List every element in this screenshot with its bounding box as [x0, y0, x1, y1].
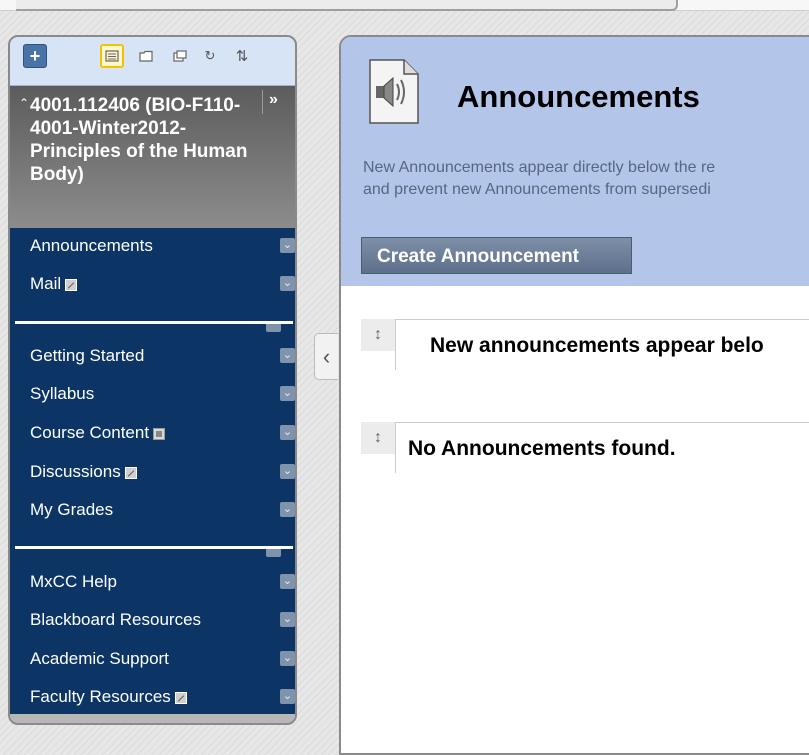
top-scroll-bar: [16, 0, 678, 11]
collapse-course-icon[interactable]: ⌃: [19, 96, 29, 110]
menu-item-label: Discussions: [30, 462, 121, 481]
collapse-menu-handle[interactable]: ‹: [314, 333, 338, 380]
menu-item-my-grades[interactable]: My Grades ⌄: [30, 496, 295, 524]
course-title[interactable]: 4001.112406 (BIO-F110-4001-Winter2012-Pr…: [30, 94, 255, 186]
chevron-down-icon[interactable]: ⌄: [280, 651, 295, 666]
chevron-down-icon[interactable]: ⌄: [280, 689, 295, 704]
menu-item-label: Mail: [30, 274, 62, 293]
course-menu-list: Announcements ⌄ Mail ⌄ Getting Started ⌄…: [10, 228, 295, 714]
announcement-speaker-icon: [366, 58, 422, 125]
chevron-down-icon[interactable]: ⌄: [280, 238, 295, 253]
menu-item-label: Syllabus: [30, 384, 95, 403]
menu-item-mxcc-help[interactable]: MxCC Help ⌄: [30, 568, 295, 596]
tool-link-icon: [65, 278, 78, 291]
page-title: Announcements: [457, 79, 700, 114]
description-line: and prevent new Announcements from super…: [363, 181, 711, 198]
menu-item-academic-support[interactable]: Academic Support ⌄: [30, 645, 295, 673]
menu-item-label: Blackboard Resources: [30, 610, 202, 629]
refresh-icon[interactable]: ↻: [198, 44, 222, 68]
expand-menu-icon[interactable]: »: [269, 91, 278, 109]
drag-handle-icon[interactable]: ↕: [361, 319, 395, 351]
header-separator: [262, 90, 263, 114]
tool-link-icon: [174, 691, 187, 704]
announcement-text: No Announcements found.: [408, 437, 676, 460]
course-header: ⌃ 4001.112406 (BIO-F110-4001-Winter2012-…: [10, 86, 295, 228]
menu-divider: [15, 321, 293, 324]
menu-item-blackboard-resources[interactable]: Blackboard Resources ⌄: [30, 606, 295, 634]
list-view-icon[interactable]: [100, 44, 124, 68]
page-description: New Announcements appear directly below …: [363, 157, 809, 201]
chevron-down-icon[interactable]: ⌄: [280, 574, 295, 589]
reorder-icon[interactable]: ⇅: [230, 44, 254, 68]
announcements-list: ↕ New announcements appear belo ↕ No Ann…: [341, 286, 809, 753]
chevron-down-icon[interactable]: ⌄: [280, 464, 295, 479]
announcement-row: ↕ New announcements appear belo: [361, 319, 809, 370]
drag-handle-icon[interactable]: ↕: [361, 422, 395, 454]
menu-item-label: Course Content: [30, 423, 150, 442]
menu-item-label: Announcements: [30, 236, 153, 255]
announcement-text: New announcements appear belo: [430, 334, 764, 357]
menu-item-getting-started[interactable]: Getting Started ⌄: [30, 342, 295, 370]
menu-panel-footer: [10, 714, 295, 723]
menu-item-discussions[interactable]: Discussions ⌄: [30, 458, 295, 486]
chevron-down-icon[interactable]: ⌄: [280, 386, 295, 401]
announcement-box: No Announcements found.: [395, 422, 809, 473]
chevron-down-icon[interactable]: ⌄: [280, 425, 295, 440]
menu-item-label: Faculty Resources: [30, 687, 171, 706]
folder-view-icon[interactable]: [134, 44, 158, 68]
menu-item-label: My Grades: [30, 500, 114, 519]
divider-chevron-icon[interactable]: [266, 324, 281, 332]
new-window-icon[interactable]: [168, 44, 192, 68]
chevron-down-icon[interactable]: ⌄: [280, 276, 295, 291]
content-area-icon: [153, 427, 166, 440]
add-icon[interactable]: +: [23, 44, 47, 68]
chevron-down-icon[interactable]: ⌄: [280, 348, 295, 363]
chevron-down-icon[interactable]: ⌄: [280, 502, 295, 517]
menu-item-label: Getting Started: [30, 346, 145, 365]
menu-item-course-content[interactable]: Course Content ⌄: [30, 419, 295, 447]
menu-divider: [15, 546, 293, 549]
menu-item-mail[interactable]: Mail ⌄: [30, 270, 295, 298]
divider-chevron-icon[interactable]: [266, 549, 281, 557]
tool-link-icon: [124, 466, 137, 479]
content-header: Announcements New Announcements appear d…: [341, 37, 809, 286]
announcement-box: New announcements appear belo: [395, 319, 809, 370]
menu-item-announcements[interactable]: Announcements ⌄: [30, 232, 295, 260]
course-menu-toolbar: + ↻ ⇅: [10, 37, 295, 86]
chevron-down-icon[interactable]: ⌄: [280, 612, 295, 627]
menu-item-syllabus[interactable]: Syllabus ⌄: [30, 380, 295, 408]
content-frame: Announcements New Announcements appear d…: [339, 35, 809, 755]
top-strip: [0, 0, 809, 11]
menu-item-label: Academic Support: [30, 649, 169, 668]
menu-item-label: MxCC Help: [30, 572, 117, 591]
menu-item-faculty-resources[interactable]: Faculty Resources ⌄: [30, 683, 295, 711]
description-line: New Announcements appear directly below …: [363, 159, 716, 176]
course-menu-panel: + ↻ ⇅ ⌃ 4001.112406 (BIO-F110-4001-Winte…: [8, 35, 297, 725]
create-announcement-button[interactable]: Create Announcement: [361, 237, 632, 274]
announcement-row: ↕ No Announcements found.: [361, 422, 809, 473]
